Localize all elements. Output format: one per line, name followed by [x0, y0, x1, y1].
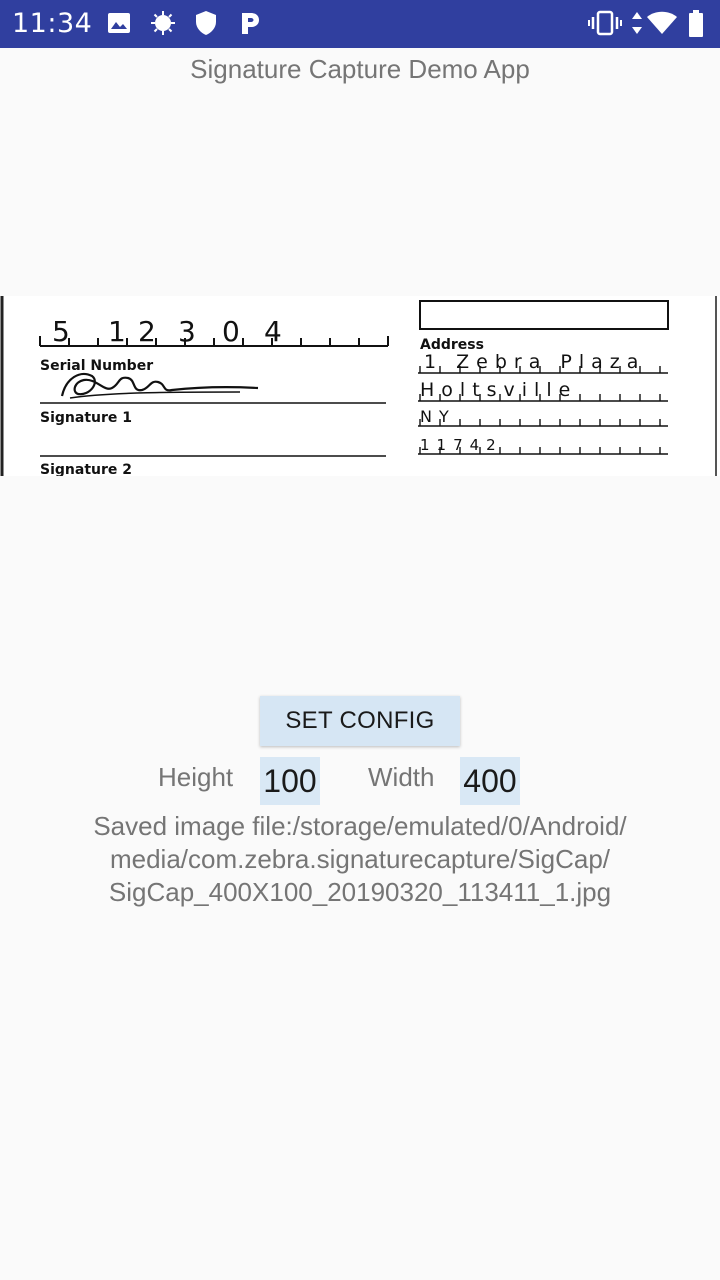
sun-icon [150, 10, 176, 41]
vibrate-icon [588, 10, 622, 41]
set-config-button[interactable]: SET CONFIG [260, 696, 460, 746]
address-line3: NY [420, 407, 456, 426]
signature2-label: Signature 2 [40, 462, 132, 476]
captured-signature-image: 5 1 2 3 0 4 Serial Number Signature 1 Si… [0, 296, 720, 476]
status-bar: 11:34 [0, 0, 720, 48]
serial-number-label: Serial Number [40, 358, 153, 374]
parking-icon [238, 10, 262, 41]
battery-icon [688, 10, 704, 43]
address-line2: Holtsville [420, 379, 577, 401]
width-input[interactable]: 400 [460, 757, 520, 805]
serial-digit: 2 [138, 315, 156, 348]
serial-digit: 1 [108, 315, 126, 348]
signature1-label: Signature 1 [40, 410, 132, 426]
data-arrows-icon [630, 10, 644, 41]
saved-path-line2: media/com.zebra.signaturecapture/SigCap/ [109, 844, 611, 874]
serial-digit: 3 [178, 315, 196, 348]
saved-image-path: Saved image file:/storage/emulated/0/And… [40, 810, 680, 909]
serial-digit: 4 [264, 315, 282, 348]
serial-digit: 5 [52, 315, 70, 348]
app-title: Signature Capture Demo App [190, 54, 530, 84]
status-time: 11:34 [12, 8, 93, 39]
wifi-icon [646, 10, 678, 41]
image-icon [106, 10, 132, 41]
saved-path-line3: SigCap_400X100_20190320_113411_1.jpg [108, 877, 612, 907]
saved-path-line1: Saved image file:/storage/emulated/0/And… [93, 811, 627, 841]
address-line4: 11742 [420, 436, 503, 454]
address-line1: 1 Zebra Plaza [424, 351, 645, 373]
width-label: Width [368, 762, 435, 792]
serial-digit: 0 [222, 315, 240, 348]
height-input[interactable]: 100 [260, 757, 320, 805]
height-label: Height [158, 762, 234, 792]
shield-icon [194, 10, 218, 41]
